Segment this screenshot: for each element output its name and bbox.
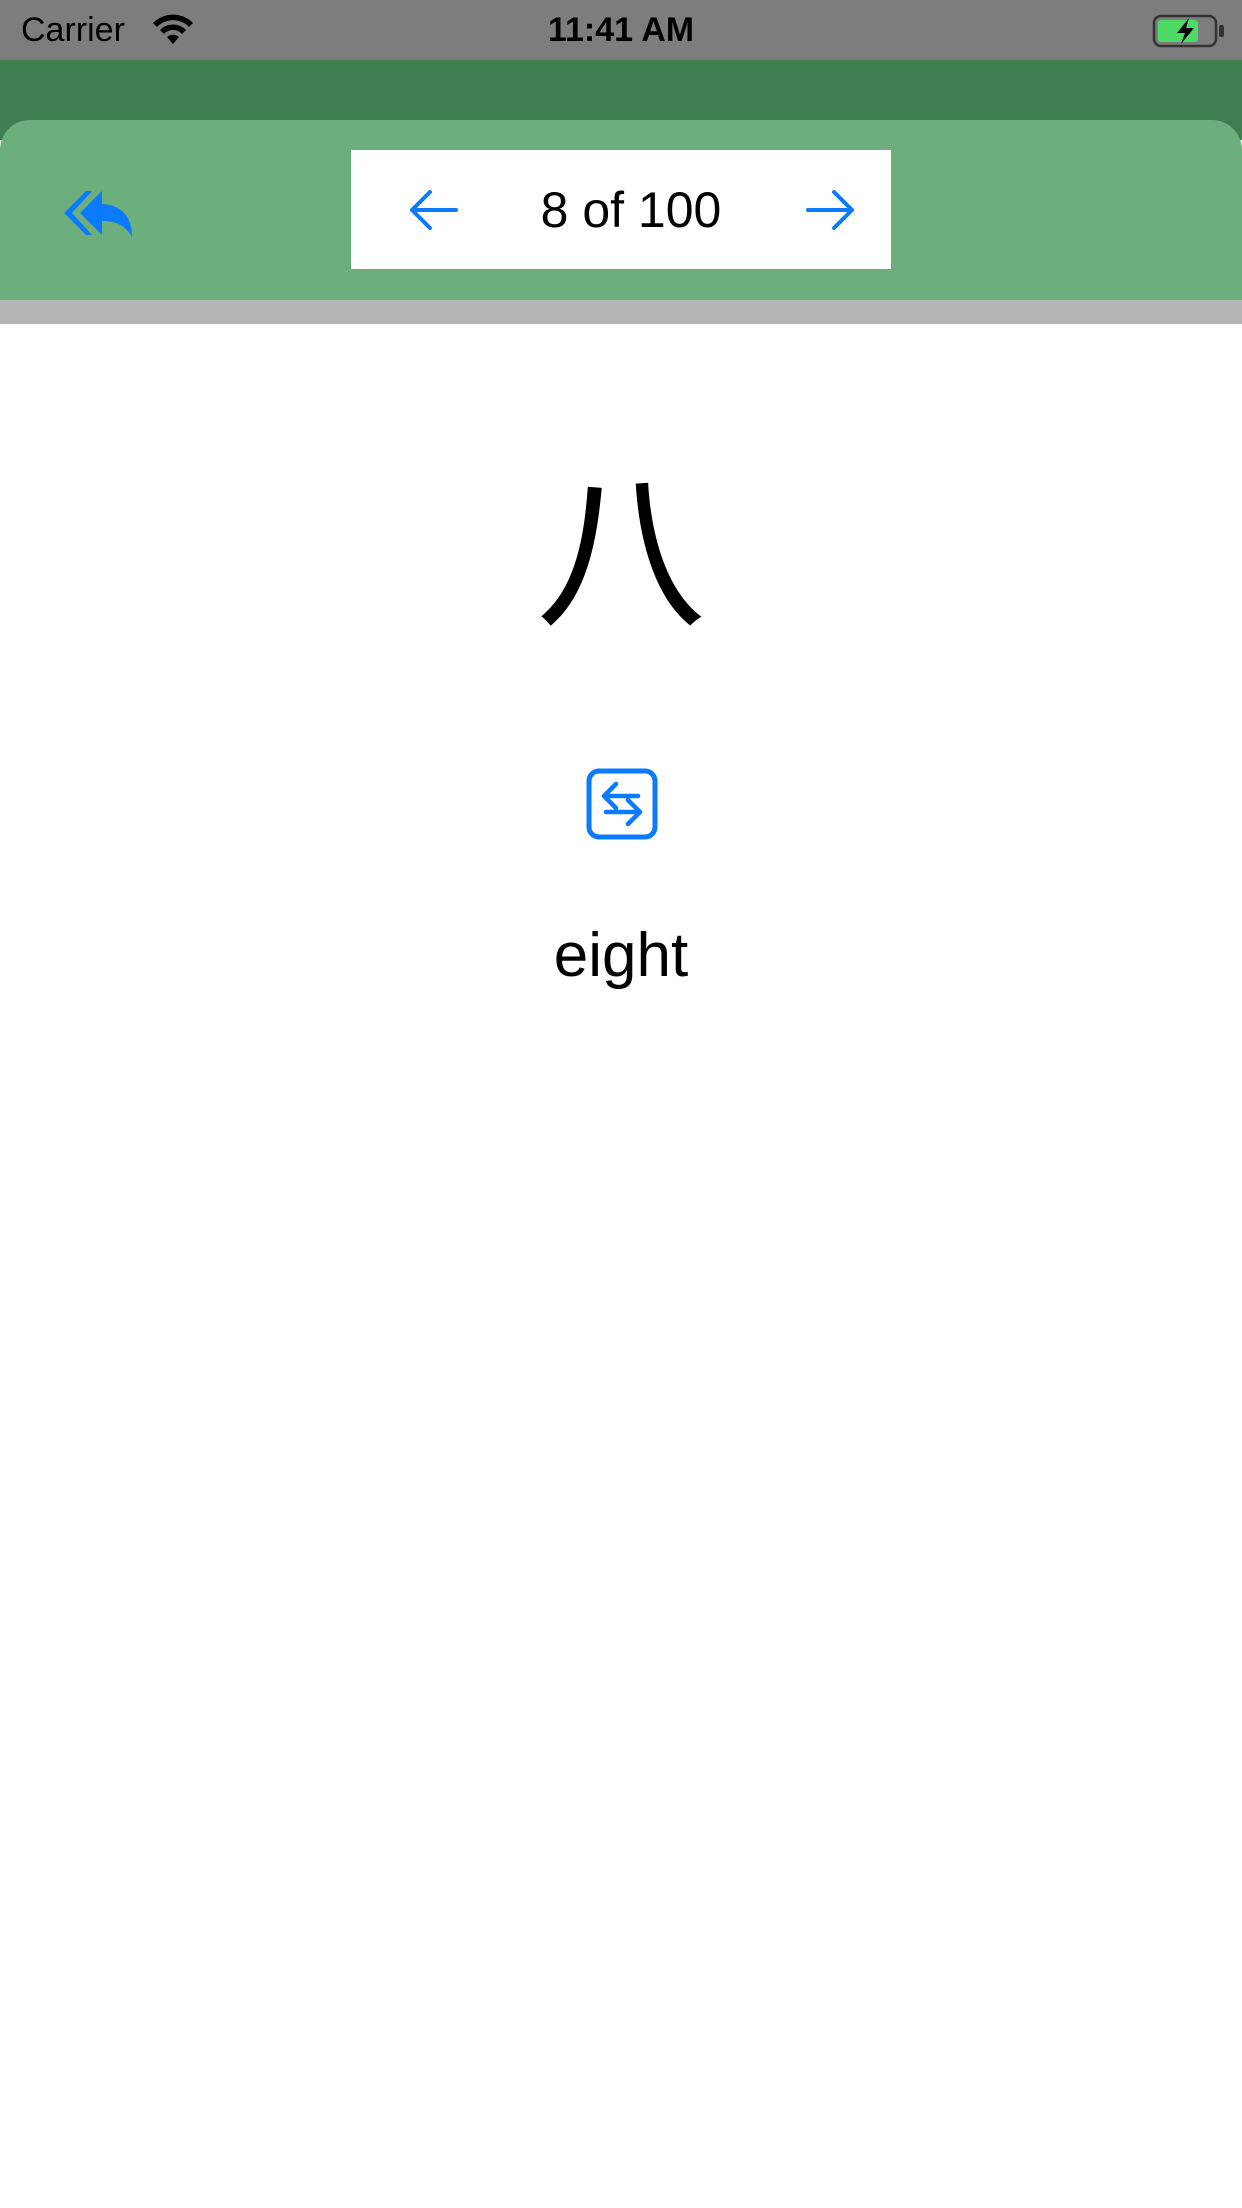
divider [0,300,1242,324]
pager-label: 8 of 100 [540,182,722,238]
status-time: 11:41 AM [547,11,695,49]
flashcard-character: 八 [535,456,706,654]
battery-charging-icon [1152,14,1224,48]
flashcard-meaning: eight [553,921,689,990]
arrow-right-icon[interactable] [804,186,858,234]
reply-all-icon [64,191,132,237]
swap-icon[interactable] [586,768,658,840]
arrow-left-icon[interactable] [406,186,460,234]
pager: 8 of 100 [351,150,891,269]
back-button[interactable] [60,180,136,246]
status-bar: Carrier 11:41 AM [0,0,1242,60]
